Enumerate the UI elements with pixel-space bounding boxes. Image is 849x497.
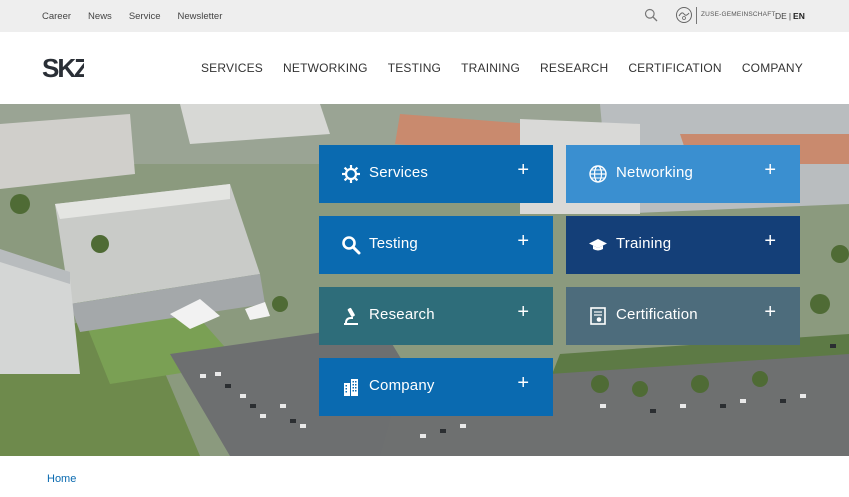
tile-networking[interactable]: Networking + (566, 145, 800, 203)
news-link[interactable]: News (88, 11, 112, 22)
zuse-divider (696, 7, 697, 24)
expand-icon: + (517, 159, 529, 181)
tile-networking-label: Networking (616, 164, 694, 181)
tile-services[interactable]: Services + (319, 145, 553, 203)
career-link[interactable]: Career (42, 11, 71, 22)
certificate-icon (590, 307, 606, 325)
hero-aerial-image: Services + Networking + Testing + Traini… (0, 104, 849, 456)
tile-company-label: Company (369, 377, 435, 394)
tile-company[interactable]: Company + (319, 358, 553, 416)
expand-icon: + (517, 372, 529, 394)
search-icon (342, 236, 361, 255)
newsletter-link[interactable]: Newsletter (178, 11, 223, 22)
lang-separator: | (788, 11, 792, 21)
skz-logo[interactable]: SKZ (42, 53, 92, 83)
skz-logo-mark: SKZ (42, 53, 92, 83)
nav-services[interactable]: SERVICES (201, 61, 263, 75)
tile-training-label: Training (616, 235, 672, 252)
tile-testing-label: Testing (369, 235, 418, 252)
top-utility-bar: Career News Service Newsletter ZUSE-GEME… (0, 0, 849, 32)
zuse-label[interactable]: ZUSE-GEMEINSCHAFT (701, 11, 776, 18)
service-link[interactable]: Service (129, 11, 161, 22)
expand-icon: + (764, 159, 776, 181)
building-icon (344, 379, 358, 396)
tile-research[interactable]: Research + (319, 287, 553, 345)
nav-certification[interactable]: CERTIFICATION (628, 61, 722, 75)
tile-services-label: Services (369, 164, 429, 181)
globe-icon (589, 165, 607, 183)
tile-certification[interactable]: Certification + (566, 287, 800, 345)
expand-icon: + (517, 230, 529, 252)
nav-testing[interactable]: TESTING (388, 61, 441, 75)
lang-de[interactable]: DE (775, 11, 787, 21)
zuse-logo-icon[interactable] (674, 5, 694, 25)
lang-en[interactable]: EN (793, 11, 805, 21)
expand-icon: + (764, 301, 776, 323)
tile-research-label: Research (369, 306, 435, 323)
main-nav: SERVICES NETWORKING TESTING TRAINING RES… (201, 61, 803, 75)
breadcrumb-home[interactable]: Home (47, 473, 76, 485)
nav-training[interactable]: TRAINING (461, 61, 520, 75)
language-switch: DE | EN (775, 11, 805, 21)
nav-networking[interactable]: NETWORKING (283, 61, 368, 75)
microscope-icon (344, 307, 358, 325)
search-icon[interactable] (644, 8, 658, 22)
tile-training[interactable]: Training + (566, 216, 800, 274)
tile-testing[interactable]: Testing + (319, 216, 553, 274)
nav-company[interactable]: COMPANY (742, 61, 803, 75)
graduation-cap-icon (589, 239, 607, 251)
svg-text:SKZ: SKZ (42, 54, 84, 80)
tile-certification-label: Certification (616, 306, 698, 323)
nav-research[interactable]: RESEARCH (540, 61, 608, 75)
gear-icon (342, 165, 360, 183)
expand-icon: + (517, 301, 529, 323)
expand-icon: + (764, 230, 776, 252)
utility-links: Career News Service Newsletter (42, 0, 222, 32)
